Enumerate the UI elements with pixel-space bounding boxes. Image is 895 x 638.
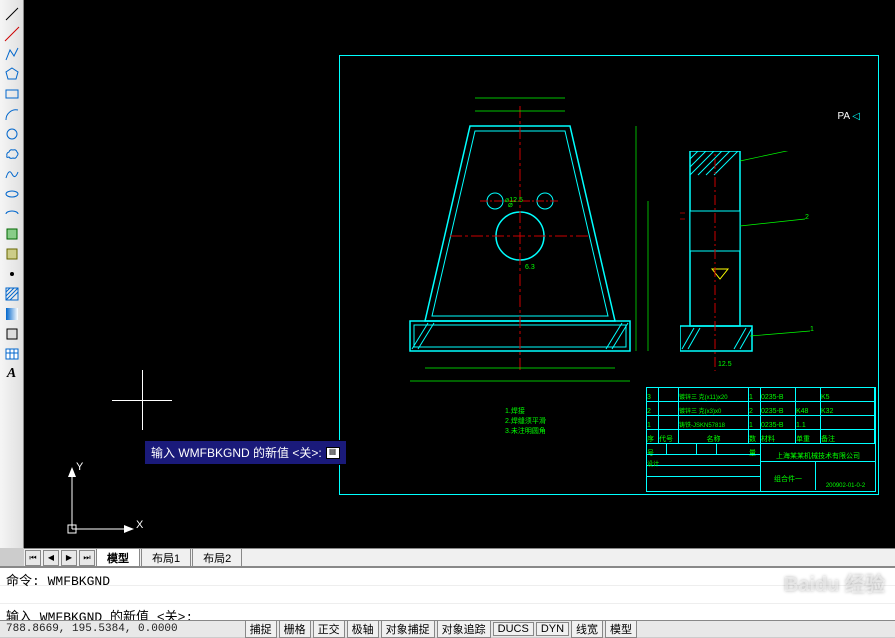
insert-block-icon[interactable] (3, 225, 21, 243)
dim-radius: 6.3 (525, 264, 535, 271)
tab-layout1[interactable]: 布局1 (141, 548, 191, 567)
arc-tool-icon[interactable] (3, 105, 21, 123)
svg-text:1: 1 (810, 326, 814, 333)
drawing-canvas[interactable]: Y X (24, 0, 895, 548)
tab-nav-last-icon[interactable]: ⏭ (79, 550, 95, 566)
tab-nav-next-icon[interactable]: ▶ (61, 550, 77, 566)
tooltip-options-icon (326, 447, 340, 459)
command-tooltip: 输入 WMFBKGND 的新值 <关>: (144, 440, 347, 465)
toggle-snap[interactable]: 捕捉 (245, 620, 277, 638)
rectangle-tool-icon[interactable] (3, 85, 21, 103)
circle-tool-icon[interactable] (3, 125, 21, 143)
toggle-otrack[interactable]: 对象追踪 (437, 620, 491, 638)
toggle-grid[interactable]: 栅格 (279, 620, 311, 638)
toggle-osnap[interactable]: 对象捕捉 (381, 620, 435, 638)
ellipse-arc-tool-icon[interactable] (3, 205, 21, 223)
title-block-dwgno: 200902-01-0-2 (826, 483, 865, 489)
revcloud-tool-icon[interactable] (3, 145, 21, 163)
ucs-icon: Y X (58, 463, 138, 546)
title-block-company: 上海某某机械技术有限公司 (776, 453, 860, 460)
toggle-model[interactable]: 模型 (605, 620, 637, 638)
tab-layout2[interactable]: 布局2 (192, 548, 242, 567)
tab-model[interactable]: 模型 (96, 548, 140, 567)
polygon-tool-icon[interactable] (3, 65, 21, 83)
left-toolbar: A (0, 0, 24, 548)
ucs-y-label: Y (76, 461, 83, 473)
status-bar: 788.8669, 195.5384, 0.0000 捕捉 栅格 正交 极轴 对… (0, 620, 895, 637)
polyline-tool-icon[interactable] (3, 45, 21, 63)
spline-tool-icon[interactable] (3, 165, 21, 183)
text-tool-icon[interactable]: A (3, 365, 21, 383)
ellipse-tool-icon[interactable] (3, 185, 21, 203)
toggle-polar[interactable]: 极轴 (347, 620, 379, 638)
tab-nav-first-icon[interactable]: ⏮ (25, 550, 41, 566)
title-block-partname: 组合件一 (774, 476, 802, 483)
gradient-tool-icon[interactable] (3, 305, 21, 323)
construction-line-icon[interactable] (3, 25, 21, 43)
ucs-x-label: X (136, 519, 143, 531)
hatch-tool-icon[interactable] (3, 285, 21, 303)
drawing-frame: ⌀ ⌀12.5 6.3 (339, 55, 879, 495)
line-tool-icon[interactable] (3, 5, 21, 23)
point-tool-icon[interactable] (3, 265, 21, 283)
toggle-ortho[interactable]: 正交 (313, 620, 345, 638)
make-block-icon[interactable] (3, 245, 21, 263)
part-main-view: ⌀ ⌀12.5 6.3 (390, 86, 650, 366)
dim-diameter-1: ⌀12.5 (505, 196, 523, 204)
table-tool-icon[interactable] (3, 345, 21, 363)
region-tool-icon[interactable] (3, 325, 21, 343)
coordinates-readout: 788.8669, 195.5384, 0.0000 (0, 623, 184, 635)
svg-text:2: 2 (805, 214, 809, 221)
toggle-dyn[interactable]: DYN (536, 622, 569, 636)
annotation-pa: PA ◁ (837, 111, 860, 122)
toggle-lwt[interactable]: 线宽 (571, 620, 603, 638)
drawing-notes: 1.焊接 2.焊缝须平滑 3.未注明圆角 (505, 406, 546, 436)
dim-diameter-2: 12.5 (718, 361, 732, 368)
command-history-1: 命令: WMFBKGND (0, 568, 895, 586)
part-side-view: 3 2 1 12.5 (680, 151, 780, 361)
tab-nav-prev-icon[interactable]: ◀ (43, 550, 59, 566)
title-block: 3 镀锌三 克(x11)x20 1 0235-B K5 2 镀锌三 克(x3)x… (646, 387, 876, 492)
toggle-ducs[interactable]: DUCS (493, 622, 534, 636)
command-history-2 (0, 586, 895, 604)
layout-tabs-bar: ⏮ ◀ ▶ ⏭ 模型 布局1 布局2 (24, 548, 895, 566)
command-window[interactable]: 命令: WMFBKGND 输入 WMFBKGND 的新值 <关>: (0, 566, 895, 620)
